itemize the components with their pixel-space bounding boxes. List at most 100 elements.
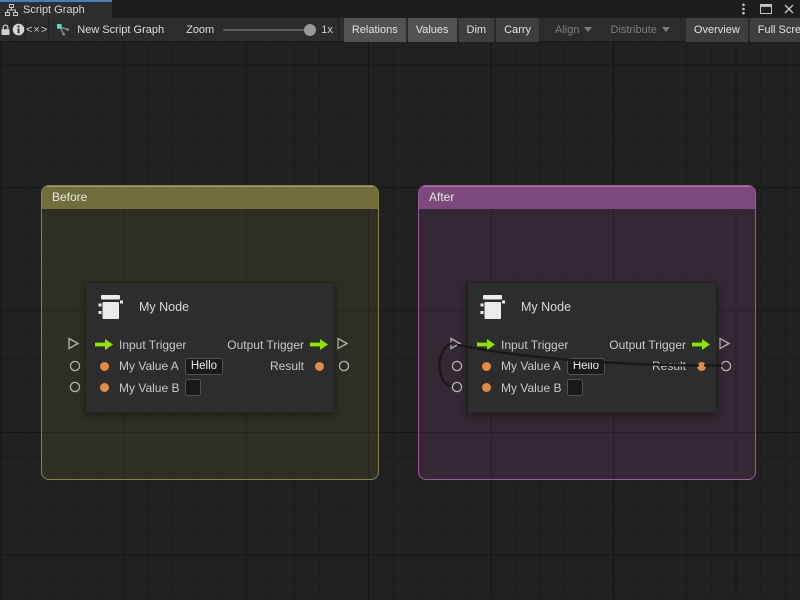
graph-canvas[interactable]: Before After (0, 42, 800, 599)
overview-button[interactable]: Overview (686, 18, 748, 42)
zoom-value: 1x (321, 24, 333, 36)
zoom-control: Zoom 1x (186, 24, 333, 36)
script-graph-window: Script Graph (0, 0, 800, 600)
zoom-slider[interactable] (223, 29, 311, 31)
dim-button[interactable]: Dim (459, 18, 495, 42)
value-dot-icon (100, 383, 109, 392)
node-title: My Node (139, 300, 189, 314)
exec-out-port[interactable] (692, 339, 710, 350)
trigger-row: Input Trigger Output Trigger (86, 334, 334, 356)
carry-button[interactable]: Carry (496, 18, 539, 42)
value-a-port[interactable] (477, 362, 495, 371)
menu-dots-icon[interactable] (736, 2, 750, 16)
zoom-slider-handle[interactable] (304, 24, 316, 36)
value-dot-icon (697, 362, 706, 371)
graph-value-port[interactable] (451, 360, 463, 372)
circle-port-icon (69, 360, 81, 372)
toolbar-buttons: Relations Values Dim Carry Align Distrib… (342, 18, 800, 42)
value-b-port[interactable] (477, 383, 495, 392)
input-trigger-label: Input Trigger (119, 338, 186, 352)
value-dot-icon (482, 362, 491, 371)
output-trigger-label: Output Trigger (609, 338, 686, 352)
result-label: Result (270, 359, 304, 373)
graph-value-port[interactable] (69, 360, 81, 372)
value-b-row: My Value B (468, 377, 716, 399)
values-button[interactable]: Values (408, 18, 457, 42)
value-b-row: My Value B (86, 377, 334, 399)
graph-output-trigger-port[interactable] (718, 337, 731, 350)
tab-title: Script Graph (23, 4, 85, 16)
close-icon[interactable] (782, 2, 796, 16)
triangle-port-icon (336, 337, 349, 350)
my-node[interactable]: My Node Input Trigger Output Trigger (467, 282, 717, 413)
value-b-label: My Value B (501, 381, 561, 395)
unit-icon (96, 292, 126, 323)
exec-in-port[interactable] (477, 339, 495, 350)
graph-input-trigger-port[interactable] (449, 337, 462, 350)
group-before-header[interactable]: Before (42, 186, 378, 209)
window-controls (736, 0, 796, 18)
lock-button[interactable] (0, 18, 11, 42)
node-port-rows: Input Trigger Output Trigger My Value A … (468, 331, 716, 399)
exec-arrow-icon (95, 339, 113, 350)
circle-port-icon (451, 360, 463, 372)
graph-breadcrumb[interactable]: New Script Graph (49, 18, 174, 42)
graph-input-trigger-port[interactable] (67, 337, 80, 350)
graph-result-port[interactable] (338, 360, 350, 372)
value-a-row: My Value A Hello Result (468, 356, 716, 378)
value-b-input[interactable] (185, 379, 201, 396)
toolbar-separator (338, 18, 339, 42)
chevron-down-icon (662, 27, 670, 32)
value-b-input[interactable] (567, 379, 583, 396)
align-button[interactable]: Align (547, 18, 600, 42)
value-dot-icon (315, 362, 324, 371)
graph-output-trigger-port[interactable] (336, 337, 349, 350)
triangle-port-icon (718, 337, 731, 350)
result-label: Result (652, 359, 686, 373)
value-a-input[interactable]: Hello (185, 358, 223, 375)
exec-arrow-icon (310, 339, 328, 350)
chevron-down-icon (584, 27, 592, 32)
result-port[interactable] (310, 362, 328, 371)
trigger-row: Input Trigger Output Trigger (468, 334, 716, 356)
node-header: My Node (468, 283, 716, 331)
my-node[interactable]: My Node Input Trigger Output Trigger (85, 282, 335, 413)
group-after-header[interactable]: After (419, 186, 755, 209)
circle-port-icon (720, 360, 732, 372)
unit-icon (478, 292, 508, 323)
node-unit-before: My Node Input Trigger Output Trigger (63, 282, 355, 413)
triangle-port-icon (449, 337, 462, 350)
value-b-label: My Value B (119, 381, 179, 395)
graph-value-port[interactable] (69, 381, 81, 393)
group-before-label: Before (52, 190, 87, 204)
value-a-row: My Value A Hello Result (86, 356, 334, 378)
value-a-input[interactable]: Hello (567, 358, 605, 375)
new-graph-icon (56, 23, 70, 37)
circle-port-icon (338, 360, 350, 372)
maximize-icon[interactable] (759, 2, 773, 16)
tab-bar: Script Graph (0, 0, 800, 18)
exec-arrow-icon (477, 339, 495, 350)
node-port-rows: Input Trigger Output Trigger My Value A … (86, 331, 334, 399)
value-dot-icon (100, 362, 109, 371)
value-a-port[interactable] (95, 362, 113, 371)
graph-value-port[interactable] (451, 381, 463, 393)
exec-out-port[interactable] (310, 339, 328, 350)
value-b-port[interactable] (95, 383, 113, 392)
graph-toolbar: <×> New Script Graph Zoom 1x Relations V… (0, 18, 800, 42)
graph-title: New Script Graph (77, 24, 164, 36)
value-dot-icon (482, 383, 491, 392)
result-port[interactable] (692, 362, 710, 371)
relations-button[interactable]: Relations (344, 18, 406, 42)
info-button[interactable] (12, 18, 25, 42)
triangle-port-icon (67, 337, 80, 350)
graph-result-port[interactable] (720, 360, 732, 372)
exec-arrow-icon (692, 339, 710, 350)
output-trigger-label: Output Trigger (227, 338, 304, 352)
code-preview-button[interactable]: <×> (26, 18, 48, 42)
exec-in-port[interactable] (95, 339, 113, 350)
full-screen-button[interactable]: Full Screen (750, 18, 800, 42)
tab-script-graph[interactable]: Script Graph (0, 0, 112, 18)
distribute-button[interactable]: Distribute (602, 18, 677, 42)
zoom-label: Zoom (186, 24, 214, 36)
